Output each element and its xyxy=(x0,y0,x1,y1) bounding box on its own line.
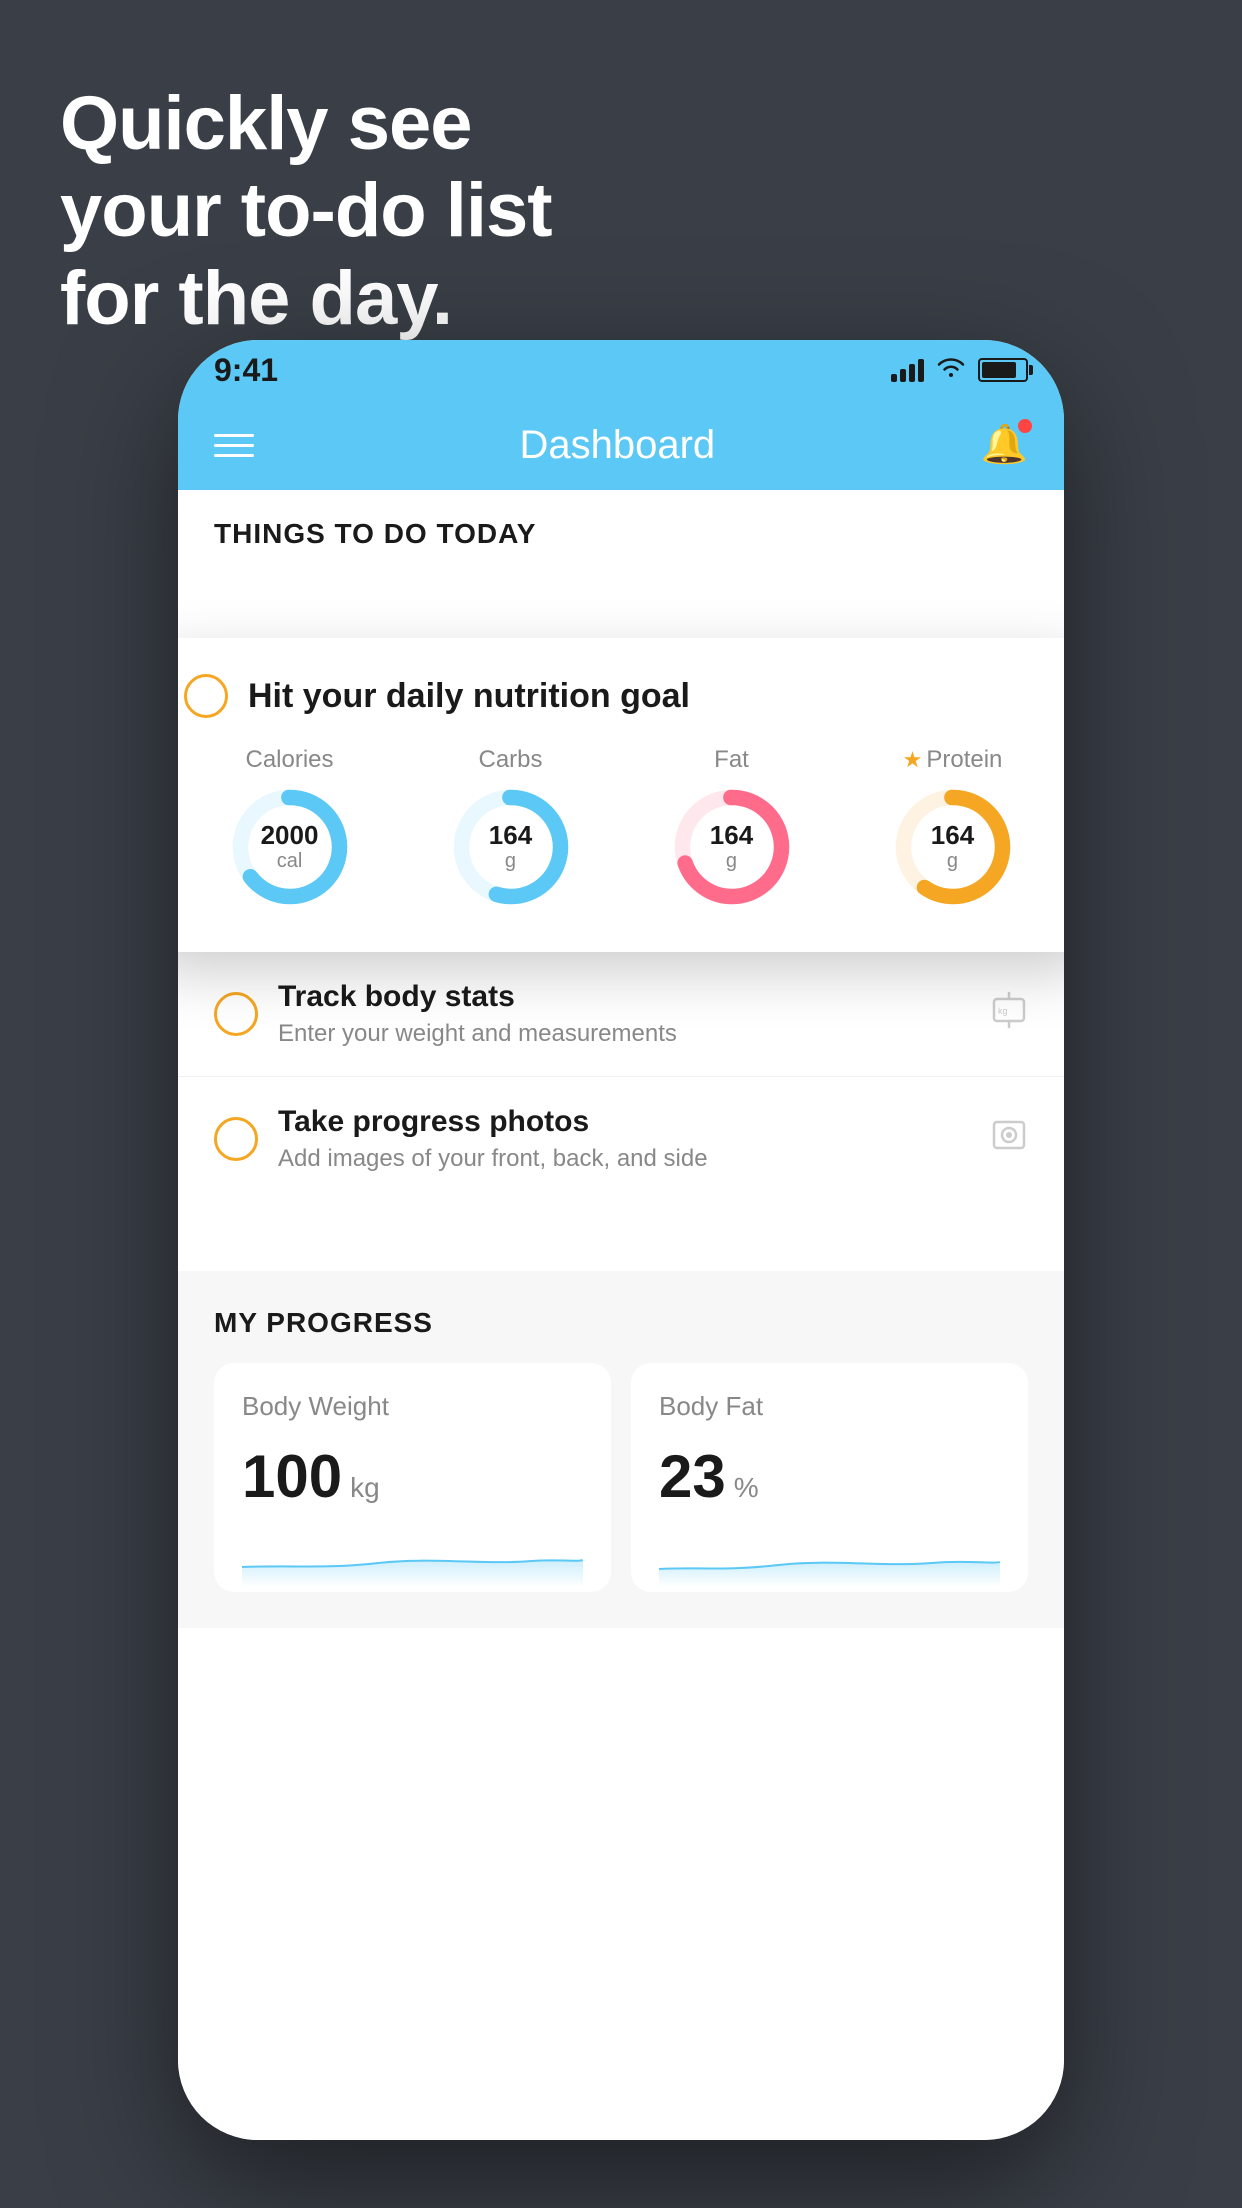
body-weight-unit: kg xyxy=(350,1472,380,1504)
photos-subtitle: Add images of your front, back, and side xyxy=(278,1145,970,1173)
carbs-value: 164 xyxy=(489,821,532,850)
fat-unit: g xyxy=(710,850,753,873)
carbs-label: Carbs xyxy=(478,746,542,774)
body-stats-subtitle: Enter your weight and measurements xyxy=(278,1020,970,1048)
carbs-unit: g xyxy=(489,850,532,873)
carbs-donut: 164 g xyxy=(446,782,576,912)
body-weight-chart xyxy=(242,1527,583,1587)
nutrition-card: Hit your daily nutrition goal Calories 2… xyxy=(178,638,1064,952)
body-fat-value: 23 xyxy=(659,1442,726,1511)
fat-label: Fat xyxy=(714,746,749,774)
notification-bell-icon[interactable]: 🔔 xyxy=(981,423,1028,467)
body-weight-card: Body Weight 100 kg xyxy=(214,1363,611,1592)
macro-carbs: Carbs 164 g xyxy=(446,746,576,912)
body-fat-unit: % xyxy=(734,1472,759,1504)
todo-item-photos[interactable]: Take progress photos Add images of your … xyxy=(178,1076,1064,1201)
todo-item-body-stats[interactable]: Track body stats Enter your weight and m… xyxy=(178,951,1064,1076)
protein-value: 164 xyxy=(931,821,974,850)
photos-icon xyxy=(990,1116,1028,1163)
battery-icon xyxy=(978,358,1028,382)
wifi-icon xyxy=(936,356,966,385)
notification-badge xyxy=(1018,419,1032,433)
progress-cards: Body Weight 100 kg xyxy=(214,1363,1028,1592)
macro-calories: Calories 2000 cal xyxy=(225,746,355,912)
status-time: 9:41 xyxy=(214,352,278,389)
body-stats-radio[interactable] xyxy=(214,992,258,1036)
protein-donut: 164 g xyxy=(888,782,1018,912)
hamburger-menu-icon[interactable] xyxy=(214,434,254,457)
progress-section: MY PROGRESS Body Weight 100 kg xyxy=(178,1271,1064,1628)
calories-unit: cal xyxy=(261,850,319,873)
macro-protein: ★ Protein 164 g xyxy=(888,746,1018,912)
calories-donut: 2000 cal xyxy=(225,782,355,912)
header-title: Dashboard xyxy=(519,423,715,468)
fat-value: 164 xyxy=(710,821,753,850)
body-stats-icon: kg xyxy=(990,991,1028,1038)
scroll-content[interactable]: THINGS TO DO TODAY Hit your daily nutrit… xyxy=(178,490,1064,2140)
nutrition-radio[interactable] xyxy=(184,674,228,718)
status-icons xyxy=(891,356,1028,385)
headline: Quickly see your to-do list for the day. xyxy=(60,80,552,342)
body-fat-title: Body Fat xyxy=(659,1391,1000,1422)
macro-fat: Fat 164 g xyxy=(667,746,797,912)
protein-label-wrap: ★ Protein xyxy=(903,746,1003,774)
body-weight-value: 100 xyxy=(242,1442,342,1511)
fat-donut: 164 g xyxy=(667,782,797,912)
calories-value: 2000 xyxy=(261,821,319,850)
body-fat-card: Body Fat 23 % xyxy=(631,1363,1028,1592)
signal-icon xyxy=(891,359,924,382)
phone-frame: 9:41 Da xyxy=(178,340,1064,2140)
body-fat-chart xyxy=(659,1527,1000,1587)
macro-circles: Calories 2000 cal Carbs xyxy=(184,746,1058,912)
protein-unit: g xyxy=(931,850,974,873)
svg-text:kg: kg xyxy=(998,1006,1008,1016)
photos-radio[interactable] xyxy=(214,1117,258,1161)
photos-title: Take progress photos xyxy=(278,1105,970,1139)
protein-label: Protein xyxy=(926,746,1002,774)
status-bar: 9:41 xyxy=(178,340,1064,400)
app-header: Dashboard 🔔 xyxy=(178,400,1064,490)
star-icon: ★ xyxy=(903,747,923,773)
progress-label: MY PROGRESS xyxy=(214,1307,1028,1339)
body-stats-title: Track body stats xyxy=(278,980,970,1014)
things-to-do-label: THINGS TO DO TODAY xyxy=(178,490,1064,566)
body-weight-title: Body Weight xyxy=(242,1391,583,1422)
calories-label: Calories xyxy=(245,746,333,774)
nutrition-card-title: Hit your daily nutrition goal xyxy=(248,677,690,716)
